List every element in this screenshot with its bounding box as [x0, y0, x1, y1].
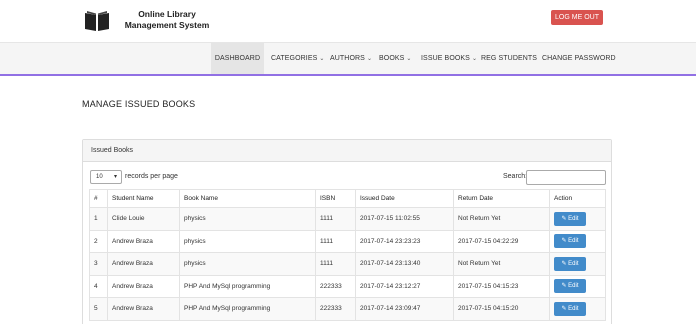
cell-num: 4	[89, 274, 108, 298]
cell-issued-date: 2017-07-14 23:12:27	[355, 274, 454, 298]
table-row: 1 Clide Louie physics 1111 2017-07-15 11…	[89, 207, 606, 231]
cell-num: 5	[89, 297, 108, 321]
cell-return-date: 2017-07-15 04:15:20	[453, 297, 550, 321]
cell-student: Andrew Braza	[107, 297, 180, 321]
column-header[interactable]: Book Name	[179, 189, 316, 208]
cell-book: physics	[179, 252, 316, 276]
table-row: 3 Andrew Braza physics 1111 2017-07-14 2…	[89, 252, 606, 276]
cell-issued-date: 2017-07-14 23:23:23	[355, 229, 454, 253]
cell-action: ✎ Edit	[549, 207, 606, 231]
cell-book: physics	[179, 207, 316, 231]
cell-isbn: 1111	[315, 252, 356, 276]
column-header[interactable]: Issued Date	[355, 189, 454, 208]
records-per-page-label: records per page	[125, 173, 178, 180]
cell-issued-date: 2017-07-14 23:13:40	[355, 252, 454, 276]
top-header: Online Library Management System LOG ME …	[0, 0, 696, 42]
cell-book: physics	[179, 229, 316, 253]
menu-issue-books[interactable]: ISSUE BOOKS ⌄	[421, 43, 477, 75]
column-header[interactable]: #	[89, 189, 108, 208]
logout-button[interactable]: LOG ME OUT	[551, 10, 603, 25]
column-header[interactable]: ISBN	[315, 189, 356, 208]
column-header[interactable]: Return Date	[453, 189, 550, 208]
cell-return-date: 2017-07-15 04:22:29	[453, 229, 550, 253]
edit-button[interactable]: ✎ Edit	[554, 279, 586, 294]
cell-return-date: Not Return Yet	[453, 252, 550, 276]
table-row: 5 Andrew Braza PHP And MySql programming…	[89, 297, 606, 321]
menu-dashboard[interactable]: DASHBOARD	[211, 43, 264, 75]
cell-return-date: 2017-07-15 04:15:23	[453, 274, 550, 298]
column-header[interactable]: Action	[549, 189, 606, 208]
menu-authors[interactable]: AUTHORS ⌄	[330, 43, 372, 75]
search-input[interactable]	[526, 170, 606, 185]
cell-num: 2	[89, 229, 108, 253]
cell-num: 1	[89, 207, 108, 231]
edit-icon: ✎	[561, 238, 567, 245]
edit-icon: ✎	[561, 215, 567, 222]
edit-icon: ✎	[561, 260, 567, 267]
panel-heading: Issued Books	[83, 140, 611, 162]
cell-book: PHP And MySql programming	[179, 297, 316, 321]
edit-icon: ✎	[561, 283, 567, 290]
search-label: Search:	[503, 173, 528, 180]
table-header-row: # Student Name Book Name ISBN Issued Dat…	[89, 189, 606, 208]
page-title: MANAGE ISSUED BOOKS	[82, 99, 196, 109]
cell-action: ✎ Edit	[549, 297, 606, 321]
column-header[interactable]: Student Name	[107, 189, 180, 208]
cell-return-date: Not Return Yet	[453, 207, 550, 231]
edit-icon: ✎	[561, 305, 567, 312]
cell-issued-date: 2017-07-14 23:09:47	[355, 297, 454, 321]
chevron-down-icon: ▾	[113, 174, 117, 180]
cell-student: Clide Louie	[107, 207, 180, 231]
cell-book: PHP And MySql programming	[179, 274, 316, 298]
issued-books-table: # Student Name Book Name ISBN Issued Dat…	[89, 189, 606, 321]
menu-reg-students[interactable]: REG STUDENTS	[481, 43, 537, 75]
table-row: 2 Andrew Braza physics 1111 2017-07-14 2…	[89, 229, 606, 253]
cell-num: 3	[89, 252, 108, 276]
edit-button[interactable]: ✎ Edit	[554, 211, 586, 226]
records-per-page-select[interactable]: 10 ▾	[90, 170, 122, 184]
menu-change-password[interactable]: CHANGE PASSWORD	[542, 43, 616, 75]
edit-button[interactable]: ✎ Edit	[554, 256, 586, 271]
book-icon	[84, 10, 110, 32]
table-row: 4 Andrew Braza PHP And MySql programming…	[89, 274, 606, 298]
brand-title: Online Library Management System	[124, 9, 210, 30]
main-menu: DASHBOARD CATEGORIES ⌄ AUTHORS ⌄ BOOKS ⌄ IS…	[0, 42, 696, 75]
cell-isbn: 222333	[315, 274, 356, 298]
cell-student: Andrew Braza	[107, 274, 180, 298]
menu-categories[interactable]: CATEGORIES ⌄	[271, 43, 325, 75]
cell-action: ✎ Edit	[549, 274, 606, 298]
cell-isbn: 1111	[315, 207, 356, 231]
issued-books-panel: Issued Books 10 ▾ records per page Search…	[82, 139, 612, 324]
cell-issued-date: 2017-07-15 11:02:55	[355, 207, 454, 231]
edit-button[interactable]: ✎ Edit	[554, 301, 586, 316]
chevron-down-icon: ⌄	[471, 56, 478, 62]
cell-isbn: 1111	[315, 229, 356, 253]
chevron-down-icon: ⌄	[319, 56, 325, 62]
cell-action: ✎ Edit	[549, 229, 606, 253]
cell-student: Andrew Braza	[107, 252, 180, 276]
chevron-down-icon: ⌄	[406, 56, 412, 62]
menu-accent-bar	[0, 74, 696, 76]
edit-button[interactable]: ✎ Edit	[554, 234, 586, 249]
menu-books[interactable]: BOOKS ⌄	[379, 43, 412, 75]
chevron-down-icon: ⌄	[366, 56, 373, 62]
cell-action: ✎ Edit	[549, 252, 606, 276]
cell-isbn: 222333	[315, 297, 356, 321]
cell-student: Andrew Braza	[107, 229, 180, 253]
